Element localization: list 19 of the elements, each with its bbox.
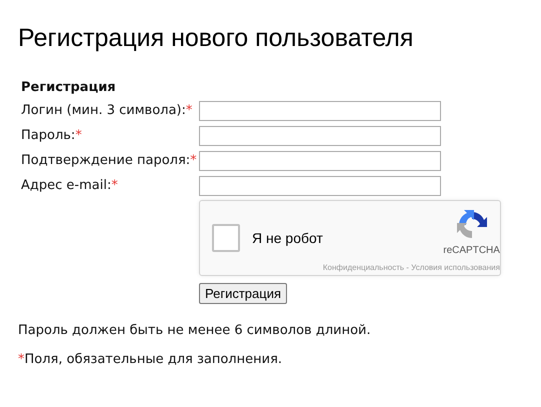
- field-label: Адрес e-mail:: [21, 176, 112, 195]
- privacy-link[interactable]: Конфиденциальность: [322, 262, 404, 274]
- required-mark: *: [75, 126, 82, 145]
- captcha-label: Я не робот: [252, 228, 323, 248]
- note-text: Поля, обязательные для заполнения.: [24, 352, 282, 368]
- page-title: Регистрация нового пользователя: [18, 23, 414, 54]
- required-mark: *: [111, 176, 118, 195]
- captcha-brand: reCAPTCHA: [443, 244, 500, 258]
- required-mark: *: [18, 352, 24, 368]
- required-mark: *: [186, 102, 192, 120]
- note-text: Пароль должен быть не менее 6 символов длиной.: [18, 322, 371, 338]
- required-mark: *: [190, 152, 197, 170]
- terms-link[interactable]: Условия использования: [411, 262, 500, 274]
- field-label: Подтверждение пароля:: [21, 152, 190, 170]
- register-button[interactable]: Регистрация: [199, 283, 287, 304]
- field-label: Логин (мин. 3 символа):: [21, 102, 186, 120]
- field-label: Пароль:: [21, 126, 76, 145]
- form-heading: Регистрация: [21, 79, 116, 97]
- link-separator: -: [405, 262, 410, 274]
